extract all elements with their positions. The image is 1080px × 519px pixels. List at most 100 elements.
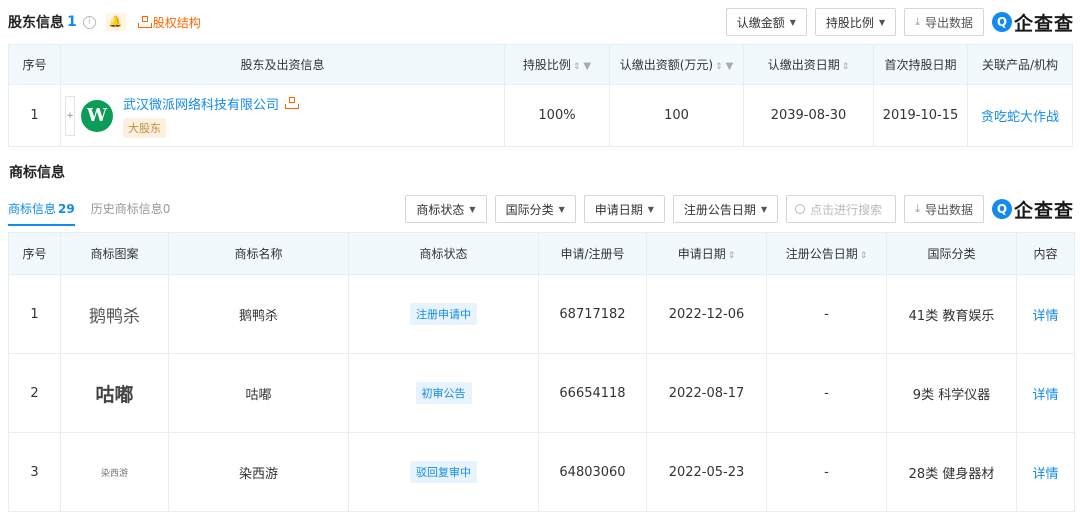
bell-icon[interactable]: 🔔 (105, 13, 126, 31)
info-icon[interactable]: i (82, 15, 96, 29)
reg-no: 68717182 (538, 274, 647, 354)
tab-trademark-label: 商标信息 (8, 202, 57, 216)
filter-icon[interactable]: ▼ (726, 61, 734, 72)
table-header-row: 序号 商标图案 商标名称 商标状态 申请/注册号 申请日期 ⇕ 注册公告日期 ⇕ 国… (8, 232, 1075, 275)
search-input[interactable]: 点击进行搜索 (786, 195, 897, 223)
detail-link[interactable]: 详情 (1016, 432, 1075, 512)
org-chart-icon (137, 16, 152, 28)
trademark-status-cell: 初审公告 (348, 353, 539, 433)
product-link[interactable]: 贪吃蛇大作战 (967, 84, 1073, 147)
trademark-image[interactable]: 鹅鸭杀 (60, 274, 169, 354)
row-first-date: 2019-10-15 (873, 84, 968, 147)
table-header-row: 序号 股东及出资信息 持股比例 ⇕ ▼ 认缴出资额(万元) ⇕ ▼ 认缴出资日期 ⇕ 首次… (8, 44, 1073, 85)
tab-history-trademark[interactable]: 历史商标信息0 (91, 194, 171, 224)
equity-structure-label: 股权结构 (152, 15, 201, 30)
apply-date: 2022-05-23 (646, 432, 767, 512)
col-holder: 股东及出资信息 (60, 44, 505, 85)
company-logo: W (81, 99, 113, 132)
trademark-status-cell: 驳回复审中 (348, 432, 539, 512)
amount-filter-button[interactable]: 认缴金额 ▼ (725, 8, 807, 36)
notice-date-filter-button[interactable]: 注册公告日期 ▼ (672, 195, 779, 223)
apply-date: 2022-08-17 (646, 353, 767, 433)
equity-structure-link[interactable]: 股权结构 (137, 14, 201, 31)
table-row: 3 染西游 染西游 驳回复审中 64803060 2022-05-23 - 28… (8, 432, 1075, 512)
status-filter-button[interactable]: 商标状态 ▼ (405, 195, 487, 223)
tab-trademark[interactable]: 商标信息 29 (8, 194, 75, 226)
export-label: 导出数据 (924, 15, 973, 30)
row-ratio: 100% (504, 84, 610, 147)
intl-filter-label: 国际分类 (505, 202, 554, 217)
search-placeholder: 点击进行搜索 (810, 202, 883, 217)
table-row: 1 鹅鸭杀 鹅鸭杀 注册申请中 68717182 2022-12-06 - 41… (8, 274, 1075, 354)
chevron-down-icon: ▼ (760, 204, 768, 214)
col-notice-date-label: 注册公告日期 (785, 247, 858, 261)
table-row: 1 + W 武汉微派网络科技有限公司 大股东 100% 100 2039-08-… (8, 84, 1073, 147)
filter-icon[interactable]: ▼ (583, 61, 591, 72)
col-apply-date[interactable]: 申请日期 ⇕ (646, 232, 767, 275)
trademark-table: 序号 商标图案 商标名称 商标状态 申请/注册号 申请日期 ⇕ 注册公告日期 ⇕ 国… (8, 232, 1075, 512)
expand-icon[interactable]: + (65, 95, 75, 136)
col-first-date: 首次持股日期 (873, 44, 968, 85)
col-reg-no: 申请/注册号 (538, 232, 647, 275)
detail-link[interactable]: 详情 (1016, 353, 1075, 433)
apply-date: 2022-12-06 (646, 274, 767, 354)
col-intl: 国际分类 (886, 232, 1017, 275)
trademark-status-cell: 注册申请中 (348, 274, 539, 354)
trademark-image[interactable]: 染西游 (60, 432, 169, 512)
trademark-export-button[interactable]: ⤓ 导出数据 (904, 195, 984, 223)
ratio-filter-button[interactable]: 持股比例 ▼ (814, 8, 897, 36)
chevron-down-icon: ▼ (558, 204, 565, 214)
status-badge: 初审公告 (415, 382, 472, 404)
amount-filter-label: 认缴金额 (736, 15, 785, 30)
trademark-export-label: 导出数据 (924, 202, 973, 217)
col-ratio-label: 持股比例 (522, 58, 571, 72)
col-ratio[interactable]: 持股比例 ⇕ ▼ (504, 44, 610, 85)
table-row: 2 咕嘟 咕嘟 初审公告 66654118 2022-08-17 - 9类 科学… (8, 353, 1075, 433)
shareholder-table: 序号 股东及出资信息 持股比例 ⇕ ▼ 认缴出资额(万元) ⇕ ▼ 认缴出资日期 ⇕ 首次… (8, 44, 1073, 147)
col-amount[interactable]: 认缴出资额(万元) ⇕ ▼ (609, 44, 744, 85)
search-icon (795, 204, 806, 214)
org-chart-icon[interactable] (285, 97, 300, 109)
status-filter-label: 商标状态 (416, 202, 465, 217)
status-badge: 驳回复审中 (410, 461, 477, 483)
qcc-brand: Q 企查查 (991, 9, 1074, 36)
holder-cell: + W 武汉微派网络科技有限公司 大股东 (60, 84, 505, 147)
intl-class: 28类 健身器材 (886, 432, 1017, 512)
shareholder-title: 股东信息 (8, 15, 64, 31)
chevron-down-icon: ▼ (789, 17, 796, 27)
col-apply-date-label: 申请日期 (677, 247, 726, 261)
trademark-toolbar: 商标信息 29 历史商标信息0 商标状态 ▼ 国际分类 ▼ 申请日期 ▼ 注册公告… (8, 194, 1074, 226)
col-notice-date[interactable]: 注册公告日期 ⇕ (766, 232, 887, 275)
intl-filter-button[interactable]: 国际分类 ▼ (494, 195, 576, 223)
holder-name-link[interactable]: 武汉微派网络科技有限公司 (123, 94, 279, 113)
ratio-filter-label: 持股比例 (825, 15, 874, 30)
col-index: 序号 (8, 44, 61, 85)
trademark-image-text: 咕嘟 (95, 383, 134, 406)
qcc-brand: Q 企查查 (991, 196, 1074, 223)
trademark-title: 商标信息 (9, 165, 65, 181)
major-holder-badge: 大股东 (123, 117, 166, 138)
tab-history-count: 0 (162, 202, 171, 216)
sort-icon[interactable]: ⇕ (573, 62, 581, 72)
trademark-name: 咕嘟 (168, 353, 349, 433)
chevron-down-icon: ▼ (469, 204, 476, 214)
tab-trademark-count: 29 (58, 202, 75, 216)
sort-icon[interactable]: ⇕ (715, 62, 723, 72)
trademark-name: 染西游 (168, 432, 349, 512)
sort-icon[interactable]: ⇕ (860, 251, 868, 261)
intl-class: 9类 科学仪器 (886, 353, 1017, 433)
trademark-image[interactable]: 咕嘟 (60, 353, 169, 433)
col-amount-label: 认缴出资额(万元) (619, 58, 714, 72)
intl-class: 41类 教育娱乐 (886, 274, 1017, 354)
col-product: 关联产品/机构 (967, 44, 1073, 85)
download-icon: ⤓ (915, 202, 920, 215)
detail-link[interactable]: 详情 (1016, 274, 1075, 354)
qcc-logo-icon: Q (991, 12, 1012, 32)
sort-icon[interactable]: ⇕ (842, 62, 850, 72)
export-button[interactable]: ⤓ 导出数据 (904, 8, 984, 36)
apply-date-filter-button[interactable]: 申请日期 ▼ (583, 195, 665, 223)
col-index: 序号 (8, 232, 61, 275)
col-subscribe-date[interactable]: 认缴出资日期 ⇕ (743, 44, 874, 85)
notice-date: - (766, 274, 887, 354)
sort-icon[interactable]: ⇕ (728, 251, 736, 261)
